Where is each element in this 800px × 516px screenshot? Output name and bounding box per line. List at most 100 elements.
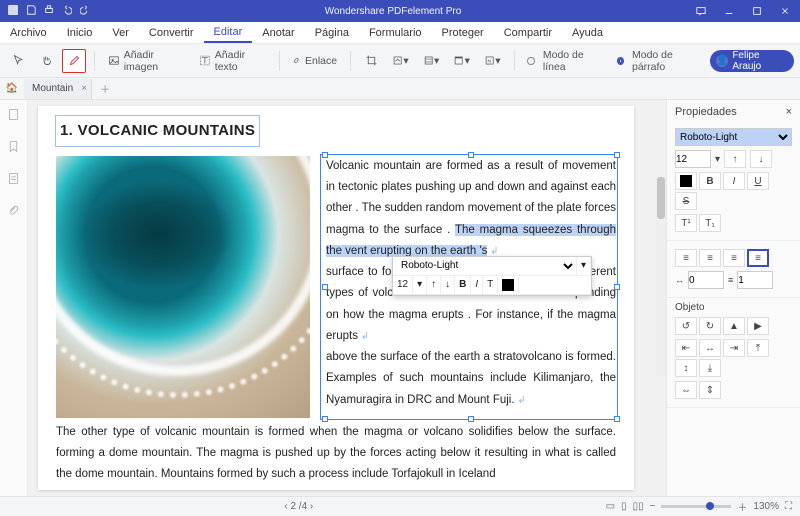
popover-size-dropdown-icon[interactable]: ▾ <box>413 276 427 294</box>
view-continuous-icon[interactable]: ▯ <box>621 501 627 512</box>
heading-block[interactable]: 1. VOLCANIC MOUNTAINS <box>56 116 259 146</box>
prop-italic-button[interactable]: I <box>723 172 745 190</box>
popover-size-down-icon[interactable]: ↓ <box>441 276 455 294</box>
zoom-value[interactable]: 130% <box>753 501 779 512</box>
bookmarks-icon[interactable] <box>7 140 20 158</box>
menu-proteger[interactable]: Proteger <box>432 22 494 43</box>
add-text-button[interactable]: Añadir texto <box>194 49 270 73</box>
article-image[interactable] <box>56 156 310 418</box>
obj-align-top-button[interactable]: ⤒ <box>747 339 769 357</box>
zoom-out-icon[interactable]: − <box>650 501 656 512</box>
menu-formulario[interactable]: Formulario <box>359 22 432 43</box>
align-justify-button[interactable]: ≡ <box>747 249 769 267</box>
obj-align-center-button[interactable]: ↔ <box>699 339 721 357</box>
obj-align-left-button[interactable]: ⇤ <box>675 339 697 357</box>
mode-line-radio[interactable]: Modo de línea <box>522 49 607 73</box>
zoom-slider-thumb[interactable] <box>706 502 714 510</box>
link-button[interactable]: Enlace <box>287 49 342 73</box>
popover-textcase-button[interactable]: T <box>483 276 498 294</box>
prop-superscript-button[interactable]: T¹ <box>675 214 697 232</box>
resize-handle[interactable] <box>322 152 328 158</box>
resize-handle[interactable] <box>322 416 328 422</box>
line-spacing-input[interactable] <box>737 271 773 289</box>
menu-ver[interactable]: Ver <box>102 22 139 43</box>
watermark-tool-icon[interactable]: ▾ <box>387 49 414 73</box>
align-center-button[interactable]: ≡ <box>699 249 721 267</box>
select-tool-icon[interactable] <box>6 49 30 73</box>
obj-align-bottom-button[interactable]: ⤓ <box>699 359 721 377</box>
prop-fontsize-up-icon[interactable]: ↑ <box>724 150 746 168</box>
rotate-ccw-button[interactable]: ↺ <box>675 317 697 335</box>
menu-compartir[interactable]: Compartir <box>494 22 562 43</box>
popover-size-value[interactable]: 12 <box>393 276 413 294</box>
editable-text-block[interactable]: Volcanic mountain are formed as a result… <box>326 156 616 418</box>
distribute-v-button[interactable]: ⇕ <box>699 381 721 399</box>
menu-archivo[interactable]: Archivo <box>0 22 57 43</box>
prop-bold-button[interactable]: B <box>699 172 721 190</box>
font-mini-toolbar[interactable]: Roboto-Light ▾ 12 ▾ ↑ ↓ B I T <box>392 256 592 296</box>
thumbnails-icon[interactable] <box>7 108 20 126</box>
close-icon[interactable] <box>772 0 798 22</box>
hand-tool-icon[interactable] <box>34 49 58 73</box>
add-image-button[interactable]: Añadir imagen <box>103 49 190 73</box>
view-single-icon[interactable]: ▭ <box>606 501 615 512</box>
popover-font-dropdown-icon[interactable]: ▾ <box>577 257 591 275</box>
resize-handle[interactable] <box>468 152 474 158</box>
popover-size-up-icon[interactable]: ↑ <box>427 276 441 294</box>
popover-bold-button[interactable]: B <box>455 276 471 294</box>
prop-fontsize-input[interactable] <box>675 150 711 168</box>
popover-color-swatch[interactable] <box>498 276 519 294</box>
prop-strike-button[interactable]: S <box>675 192 697 210</box>
char-spacing-input[interactable] <box>688 271 724 289</box>
document-tab[interactable]: Mountain × <box>24 79 92 99</box>
align-right-button[interactable]: ≡ <box>723 249 745 267</box>
undo-icon[interactable] <box>62 5 72 18</box>
background-tool-icon[interactable]: ▾ <box>418 49 445 73</box>
prop-fontsize-down-icon[interactable]: ↓ <box>750 150 772 168</box>
fullscreen-icon[interactable]: ⛶ <box>785 501 792 512</box>
menu-convertir[interactable]: Convertir <box>139 22 204 43</box>
next-page-icon[interactable]: › <box>310 501 313 512</box>
resize-handle[interactable] <box>468 416 474 422</box>
redo-icon[interactable] <box>80 5 90 18</box>
vertical-scrollbar[interactable] <box>656 176 666 376</box>
document-canvas[interactable]: 1. VOLCANIC MOUNTAINS Volcani <box>28 100 666 496</box>
prop-font-select[interactable]: Roboto-Light <box>675 128 792 146</box>
obj-align-middle-button[interactable]: ↕ <box>675 359 697 377</box>
view-twoup-icon[interactable]: ▯▯ <box>633 501 644 512</box>
header-footer-tool-icon[interactable]: ▾ <box>448 49 475 73</box>
panel-close-icon[interactable]: × <box>786 106 792 118</box>
zoom-in-icon[interactable]: ＋ <box>737 499 747 514</box>
mode-paragraph-radio[interactable]: Modo de párrafo <box>612 49 707 73</box>
resize-handle[interactable] <box>614 284 620 290</box>
resize-handle[interactable] <box>322 284 328 290</box>
zoom-slider[interactable] <box>661 505 731 508</box>
print-icon[interactable] <box>44 5 54 18</box>
distribute-h-button[interactable]: ⇔ <box>675 381 697 399</box>
popover-italic-button[interactable]: I <box>471 276 483 294</box>
prop-color-button[interactable] <box>675 172 697 190</box>
minimize-icon[interactable] <box>716 0 742 22</box>
flip-horizontal-button[interactable]: ▶ <box>747 317 769 335</box>
feedback-icon[interactable] <box>688 0 714 22</box>
prop-underline-button[interactable]: U <box>747 172 769 190</box>
align-left-button[interactable]: ≡ <box>675 249 697 267</box>
user-account-button[interactable]: 👤 Felipe Araujo <box>710 50 794 72</box>
crop-tool-icon[interactable] <box>359 49 383 73</box>
search-panel-icon[interactable] <box>7 172 20 190</box>
prev-page-icon[interactable]: ‹ <box>284 501 287 512</box>
tab-close-icon[interactable]: × <box>81 83 87 94</box>
bates-tool-icon[interactable]: N▾ <box>479 49 506 73</box>
menu-editar[interactable]: Editar <box>204 22 253 43</box>
menu-anotar[interactable]: Anotar <box>252 22 304 43</box>
resize-handle[interactable] <box>614 416 620 422</box>
new-tab-button[interactable]: ＋ <box>92 81 118 96</box>
save-icon[interactable] <box>26 5 36 18</box>
menu-inicio[interactable]: Inicio <box>57 22 103 43</box>
rotate-cw-button[interactable]: ↻ <box>699 317 721 335</box>
edit-tool-icon[interactable] <box>62 49 86 73</box>
prop-subscript-button[interactable]: T₁ <box>699 214 721 232</box>
resize-handle[interactable] <box>614 152 620 158</box>
menu-pagina[interactable]: Página <box>305 22 359 43</box>
maximize-icon[interactable] <box>744 0 770 22</box>
